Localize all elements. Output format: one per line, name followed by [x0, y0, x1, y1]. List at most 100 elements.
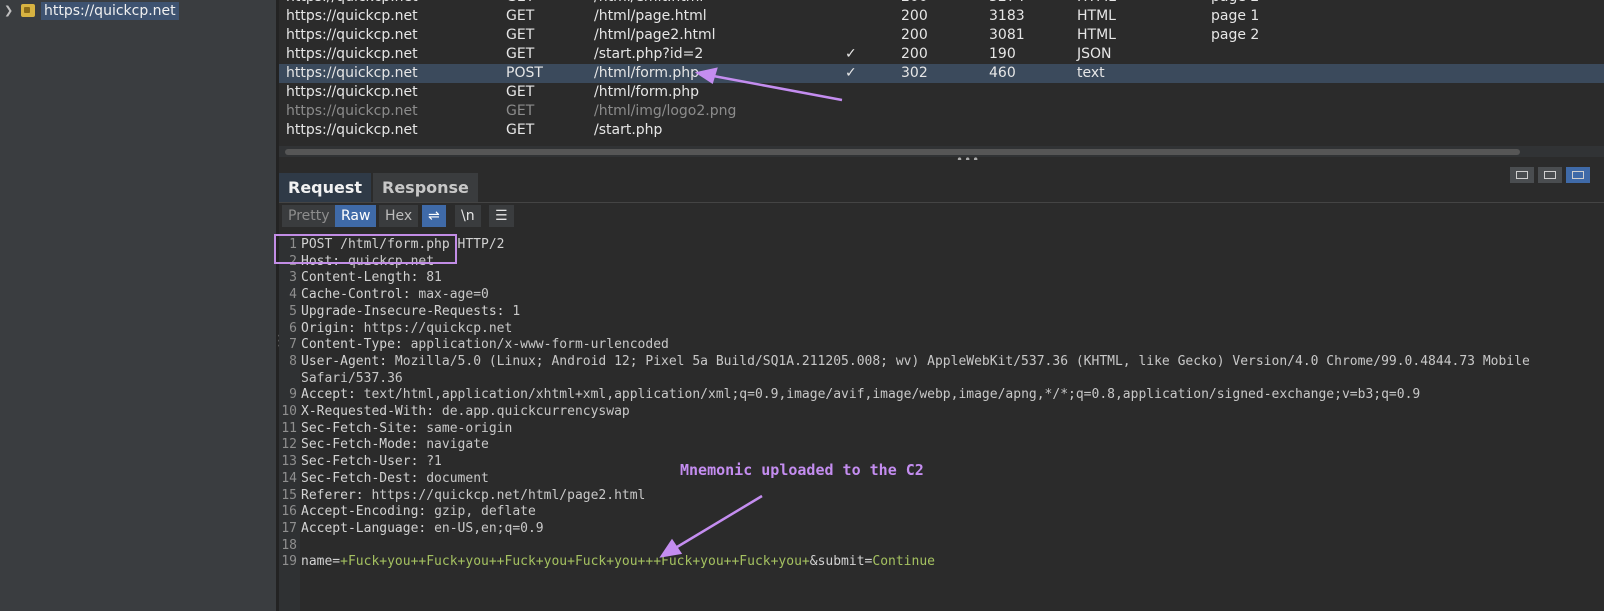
header-name: Sec-Fetch-Mode: — [301, 437, 427, 453]
table-row[interactable]: https://quickcp.net POST/html/form.php ✓ 30… — [279, 64, 1604, 83]
cell-method: GET — [506, 8, 535, 24]
header-value: text/html,application/xhtml+xml,applicat… — [363, 387, 1421, 403]
header-value: application/x-www-form-urlencoded — [410, 337, 669, 353]
line-number: 13 — [281, 454, 297, 470]
line-text: name=+Fuck+you++Fuck+you++Fuck+you+Fuck+… — [301, 553, 935, 570]
header-value: https://quickcp.net — [363, 320, 513, 336]
sitemap-root-node[interactable]: ❯ https://quickcp.net — [0, 1, 276, 21]
cell-url: /start.php — [594, 122, 663, 138]
header-value: navigate — [426, 437, 489, 453]
layout-side-by-side-icon[interactable] — [1510, 167, 1534, 183]
request-line: 12 Sec-Fetch-Mode: navigate — [279, 436, 1604, 453]
cell-title: page 1 — [1211, 8, 1260, 24]
line-text: Cache-Control: max-age=0 — [301, 286, 489, 303]
request-line: 3 Content-Length: 81 — [279, 269, 1604, 286]
tabs-divider — [279, 202, 1604, 203]
table-row[interactable]: https://quickcp.net GET/html/page.html 200… — [279, 7, 1604, 26]
cell-method: GET — [506, 0, 534, 7]
line-number: 7 — [289, 337, 297, 353]
cell-status: 302 — [901, 65, 928, 81]
header-name: Content-Length: — [301, 270, 427, 286]
hex-button[interactable]: Hex — [379, 205, 419, 227]
line-text: Upgrade-Insecure-Requests: 1 — [301, 303, 520, 320]
header-name: Content-Type: — [301, 337, 411, 353]
header-name: X-Requested-With: — [301, 404, 442, 419]
cell-url: /start.php?id=2 — [594, 46, 704, 62]
cell-url: /html/img/logo2.png — [594, 103, 737, 119]
line-number: 15 — [281, 487, 297, 503]
line-text: Sec-Fetch-User: ?1 — [301, 453, 442, 470]
header-name: Upgrade-Insecure-Requests: — [301, 303, 513, 319]
line-text: Accept: text/html,application/xhtml+xml,… — [301, 386, 1420, 403]
line-text: X-Requested-With: de.app.quickcurrencysw… — [301, 403, 630, 420]
line-number: 14 — [281, 470, 297, 486]
header-name: Sec-Fetch-User: — [301, 454, 427, 470]
cell-url: /html/page.html — [594, 8, 707, 24]
tab-response[interactable]: Response — [373, 173, 478, 202]
cell-host: https://quickcp.net — [286, 103, 418, 119]
annotation-label: Mnemonic uploaded to the C2 — [680, 461, 924, 479]
layout-tabs-icon[interactable] — [1566, 167, 1590, 183]
header-value: document — [426, 470, 489, 486]
cell-host: https://quickcp.net — [286, 0, 418, 7]
cell-url: /html/form.php — [594, 84, 700, 100]
line-text: Sec-Fetch-Site: same-origin — [301, 420, 512, 437]
cell-host: https://quickcp.net — [286, 27, 418, 43]
header-value: gzip, deflate — [434, 504, 536, 520]
cell-host: https://quickcp.net — [286, 8, 418, 24]
raw-request-editor[interactable]: 1 POST /html/form.php HTTP/2 2 Host: quickc… — [279, 236, 1604, 611]
header-value: Mozilla/5.0 (Linux; Android 12; Pixel 5a… — [394, 353, 1530, 369]
menu-icon[interactable]: ☰ — [489, 205, 514, 227]
show-newlines-button[interactable]: \n — [455, 205, 481, 227]
layout-stacked-icon[interactable] — [1538, 167, 1562, 183]
request-line: 5 Upgrade-Insecure-Requests: 1 — [279, 303, 1604, 320]
table-scrollbar-thumb[interactable] — [285, 149, 1520, 155]
message-panel: Request Response Pretty Raw Hex ⇌ \n ☰ 1… — [279, 160, 1604, 611]
cell-mime: JSON — [1077, 46, 1112, 62]
request-line: 18 — [279, 537, 1604, 554]
line-number: 18 — [281, 537, 297, 553]
request-line: 1 POST /html/form.php HTTP/2 — [279, 236, 1604, 253]
table-row[interactable]: https://quickcp.net GET/html/emit.html 200… — [279, 0, 1604, 7]
sitemap-root-label[interactable]: https://quickcp.net — [41, 2, 179, 20]
cell-method: GET — [506, 27, 535, 43]
chevron-right-icon[interactable]: ❯ — [4, 4, 13, 17]
line-number: 12 — [281, 437, 297, 453]
cell-method: GET — [506, 122, 535, 138]
cell-length: 190 — [989, 46, 1016, 62]
table-row[interactable]: https://quickcp.net GET/html/form.php — [279, 83, 1604, 102]
cell-length: 3081 — [989, 27, 1025, 43]
pretty-button[interactable]: Pretty — [282, 205, 336, 227]
header-name: Referer: — [301, 487, 372, 503]
cell-mime: HTML — [1077, 27, 1116, 43]
cell-url: /html/emit.html — [594, 0, 703, 7]
request-line-highlight — [274, 234, 457, 264]
table-row[interactable]: https://quickcp.net GET/start.php?id=2 ✓ 20… — [279, 45, 1604, 64]
header-value: max-age=0 — [418, 287, 489, 303]
cell-host: https://quickcp.net — [286, 122, 418, 138]
cell-length: 3274 — [989, 0, 1025, 7]
body-param-value: +Fuck+you++Fuck+you++Fuck+you+Fuck+you++… — [340, 554, 810, 570]
tab-request[interactable]: Request — [279, 173, 372, 202]
cell-length: 3183 — [989, 8, 1025, 24]
cell-url: /html/form.php — [594, 65, 700, 81]
http-history-table: https://quickcp.net GET/html/emit.html 200… — [279, 0, 1604, 140]
table-row[interactable]: https://quickcp.net GET/html/page2.html 20… — [279, 26, 1604, 45]
line-number: 19 — [281, 554, 297, 570]
header-name: Accept: — [301, 387, 364, 403]
cell-mime: HTML — [1077, 0, 1116, 7]
table-row[interactable]: https://quickcp.net GET/start.php — [279, 121, 1604, 140]
cell-status: 200 — [901, 46, 928, 62]
cell-edited: ✓ — [845, 65, 857, 81]
line-number: 16 — [281, 504, 297, 520]
wrapped-text: Safari/537.36 — [301, 370, 403, 386]
header-name: Sec-Fetch-Dest: — [301, 470, 427, 486]
line-text: Referer: https://quickcp.net/html/page2.… — [301, 487, 645, 504]
table-row[interactable]: https://quickcp.net GET/html/img/logo2.pn… — [279, 102, 1604, 121]
cell-edited: ✓ — [845, 46, 857, 62]
cell-mime: HTML — [1077, 8, 1116, 24]
header-name: Accept-Language: — [301, 520, 435, 536]
line-number: 5 — [289, 303, 297, 319]
wrap-lines-icon[interactable]: ⇌ — [422, 205, 446, 227]
raw-button[interactable]: Raw — [335, 205, 377, 227]
